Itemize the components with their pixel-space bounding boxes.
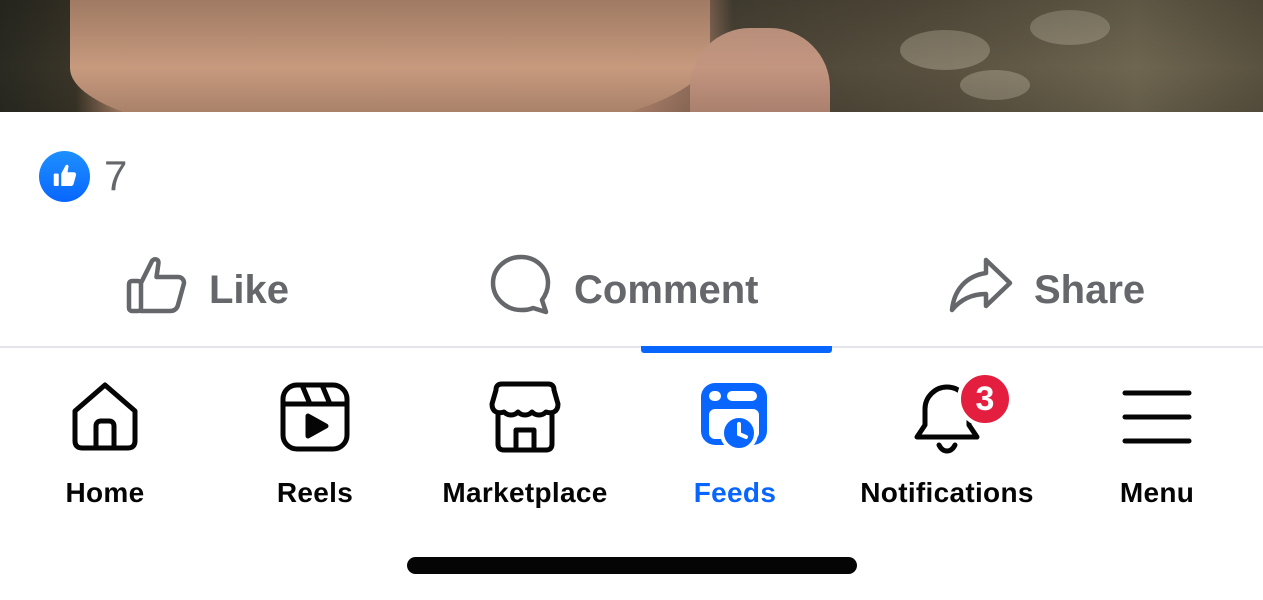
like-reaction-icon <box>39 150 90 202</box>
home-icon <box>65 377 145 457</box>
share-label: Share <box>1034 267 1146 312</box>
tab-marketplace[interactable]: Marketplace <box>420 360 630 520</box>
tab-notifications-label: Notifications <box>860 477 1034 508</box>
like-button[interactable]: Like <box>125 250 289 330</box>
bell-icon: 3 <box>907 371 1013 457</box>
tab-reels-label: Reels <box>276 477 354 508</box>
comment-label: Comment <box>574 267 759 312</box>
post-actions: Like Comment Share <box>0 250 1263 330</box>
active-tab-indicator <box>641 346 832 353</box>
feeds-icon <box>695 377 775 457</box>
tab-home-label: Home <box>65 477 145 508</box>
comment-button[interactable]: Comment <box>488 250 758 330</box>
tab-home[interactable]: Home <box>0 360 210 520</box>
comment-bubble-icon <box>488 252 554 328</box>
tab-marketplace-label: Marketplace <box>442 477 608 508</box>
reaction-summary[interactable]: 7 <box>39 150 127 202</box>
tabbar-divider <box>0 346 1263 348</box>
photo-shade <box>0 0 1263 112</box>
thumbs-up-icon <box>125 253 189 327</box>
tab-feeds[interactable]: Feeds <box>630 360 840 520</box>
bottom-tab-bar: Home Reels Marketplace Feeds 3 Notificat… <box>0 360 1263 520</box>
hamburger-menu-icon <box>1117 377 1197 457</box>
tab-menu[interactable]: Menu <box>1052 360 1262 520</box>
like-label: Like <box>209 267 290 312</box>
tab-feeds-label: Feeds <box>693 477 777 508</box>
share-button[interactable]: Share <box>948 250 1145 330</box>
reels-icon <box>275 377 355 457</box>
post-photo[interactable] <box>0 0 1263 112</box>
home-indicator[interactable] <box>407 557 857 574</box>
notification-count-badge: 3 <box>957 371 1013 427</box>
reaction-count: 7 <box>104 152 128 199</box>
tab-menu-label: Menu <box>1119 477 1195 508</box>
marketplace-store-icon <box>485 377 565 457</box>
tab-notifications[interactable]: 3 Notifications <box>842 360 1052 520</box>
share-arrow-icon <box>948 252 1014 328</box>
tab-reels[interactable]: Reels <box>210 360 420 520</box>
